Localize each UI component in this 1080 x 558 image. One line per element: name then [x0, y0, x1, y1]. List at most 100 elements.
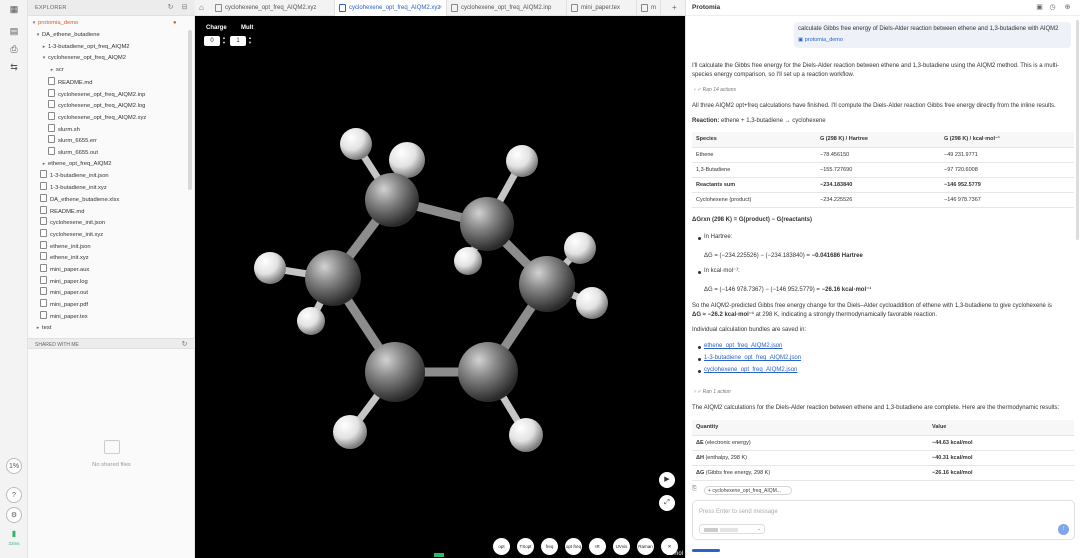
- tree-item-label: README.md: [58, 79, 93, 86]
- freq-button[interactable]: freq: [541, 538, 558, 555]
- tree-folder[interactable]: ▾ cyclohexene_opt_freq_AIQM2: [28, 53, 186, 64]
- tab-truncated[interactable]: m: [637, 0, 661, 16]
- send-button[interactable]: ↑: [1058, 524, 1069, 535]
- play-icon[interactable]: ▶: [659, 472, 675, 488]
- raman-button[interactable]: Raman: [637, 538, 654, 555]
- tree-file[interactable]: mini_paper.tex: [28, 310, 186, 322]
- tree-file[interactable]: ethene_init.xyz: [28, 252, 186, 263]
- mult-input[interactable]: 1: [230, 36, 246, 46]
- explorer-scrollbar[interactable]: [188, 30, 192, 190]
- tree-file[interactable]: cyclohexene_init.json: [28, 217, 186, 228]
- uvvis-button[interactable]: UVvis: [613, 538, 630, 555]
- document-icon[interactable]: ▤: [7, 25, 21, 37]
- tree-file[interactable]: slurm_6655.out: [28, 147, 186, 158]
- file-icon: [40, 299, 47, 308]
- charge-input[interactable]: 0: [204, 36, 220, 46]
- molecule-viewer[interactable]: Charge 0 ▲ ▼ Mult 1 ▲ ▼ ▶ ⤢ opt TSopt freq…: [195, 16, 685, 558]
- tree-file[interactable]: DA_ethene_butadiene.xlsx: [28, 193, 186, 205]
- molecule-3d-render[interactable]: [195, 16, 685, 558]
- model-selector[interactable]: ⌄: [699, 524, 765, 534]
- save-icon[interactable]: ▣: [1035, 3, 1044, 12]
- tree-file[interactable]: slurm_6655.err: [28, 135, 186, 146]
- tree-folder[interactable]: ▸ ethene_opt_freq_AIQM2: [28, 159, 186, 170]
- new-tab-plus-icon[interactable]: +: [672, 3, 677, 12]
- chat-input-box[interactable]: Press Enter to send message ⌄ ↑: [692, 500, 1075, 540]
- empty-inbox-icon: [104, 440, 120, 454]
- mult-stepper-icon[interactable]: ▲ ▼: [248, 35, 252, 45]
- tree-file[interactable]: README.md: [28, 76, 186, 88]
- printer-icon[interactable]: ⎙: [7, 43, 21, 55]
- shared-refresh-icon[interactable]: ↻: [180, 340, 189, 349]
- explorer-header: EXPLORER ↻ ⊟: [28, 0, 195, 16]
- tree-folder[interactable]: ▸ scr: [28, 65, 186, 76]
- file-icon: [48, 76, 55, 85]
- chat-scrollbar[interactable]: [1076, 20, 1079, 240]
- refresh-icon[interactable]: ↻: [166, 3, 175, 12]
- new-chat-plus-icon[interactable]: ⊕: [1063, 3, 1072, 12]
- link-cyclohexene-json[interactable]: cyclohexene_opt_freq_AIQM2.json: [704, 366, 797, 375]
- tree-item-label: DA_ethene_butadiene: [42, 32, 100, 38]
- hartree-result: −0.041686 Hartree: [811, 253, 863, 259]
- col-value: Value: [928, 420, 1074, 436]
- bullet-dot: [698, 271, 701, 274]
- tree-file[interactable]: mini_paper.out: [28, 287, 186, 298]
- tree-file[interactable]: mini_paper.pdf: [28, 299, 186, 310]
- tree-item-label: mini_paper.pdf: [50, 302, 89, 309]
- branch-icon[interactable]: ⇆: [7, 61, 21, 73]
- collapse-all-icon[interactable]: ⊟: [180, 3, 189, 12]
- in-kcal-label: In kcal·mol⁻¹:: [704, 268, 740, 274]
- tab-tex[interactable]: mini_paper.tex: [567, 0, 637, 16]
- ir-button[interactable]: IR: [589, 538, 606, 555]
- tree-folder[interactable]: ▾ DA_ethene_butadiene: [28, 30, 186, 41]
- tab-xyz-active[interactable]: cyclohexene_opt_freq_AIQM2.xyz ×: [335, 0, 447, 16]
- ran-actions-toggle-2[interactable]: › ✓ Ran 1 action: [694, 389, 731, 395]
- tsopt-button[interactable]: TSopt: [517, 538, 534, 555]
- tab-xyz-1[interactable]: cyclohexene_opt_freq_AIQM2.xyz: [211, 0, 335, 16]
- table-header-row: Quantity Value: [692, 420, 1074, 436]
- context-file-chip[interactable]: + cyclohexene_opt_freq_AIQM...: [704, 486, 792, 495]
- tree-file[interactable]: cyclohexene_opt_freq_AIQM2.xyz: [28, 111, 186, 123]
- tree-file[interactable]: README.md: [28, 205, 186, 217]
- fullscreen-icon[interactable]: ⤢: [659, 495, 675, 511]
- settings-gear-icon[interactable]: ⚙: [6, 507, 22, 523]
- tree-file[interactable]: 1-3-butadiene_init.xyz: [28, 182, 186, 193]
- tab-label: mini_paper.tex: [581, 5, 621, 11]
- ran-actions-toggle-1[interactable]: › ✓ Ran 14 actions: [694, 87, 736, 93]
- tree-file[interactable]: mini_paper.aux: [28, 264, 186, 275]
- tree-file[interactable]: 1-3-butadiene_init.json: [28, 170, 186, 181]
- assistant-complete-text: The AIQM2 calculations for the Diels-Ald…: [692, 405, 1060, 411]
- chat-input-placeholder[interactable]: Press Enter to send message: [699, 509, 778, 515]
- tree-file[interactable]: cyclohexene_init.xyz: [28, 228, 186, 240]
- tree-folder[interactable]: ▸ 1-3-butadiene_opt_freq_AIQM2: [28, 42, 186, 53]
- close-icon[interactable]: ×: [438, 0, 442, 16]
- apps-grid-icon[interactable]: ▦: [7, 3, 21, 15]
- tab-inp[interactable]: cyclohexene_opt_freq_AIQM2.inp: [447, 0, 567, 16]
- link-butadiene-json[interactable]: 1-3-butadiene_opt_freq_AIQM2.json: [704, 354, 801, 363]
- link-ethene-json[interactable]: ethene_opt_freq_AIQM2.json: [704, 342, 782, 351]
- tree-root-folder[interactable]: ▾ protomia_demo ●: [28, 18, 186, 29]
- tree-item-label: 1-3-butadiene_init.xyz: [50, 185, 107, 192]
- kcal-result: −26.16 kcal·mol⁻¹: [821, 287, 872, 293]
- chat-header: Protomia ▣ ◷ ⊕: [686, 0, 1080, 16]
- help-icon[interactable]: ?: [6, 487, 22, 503]
- attach-icon[interactable]: ⎘: [692, 486, 697, 493]
- jsmol-label[interactable]: JSmol: [666, 551, 683, 557]
- tree-file[interactable]: cyclohexene_opt_freq_AIQM2.log: [28, 100, 186, 111]
- tree-file[interactable]: cyclohexene_opt_freq_AIQM2.inp: [28, 88, 186, 100]
- opt-freq-button[interactable]: opt freq: [565, 538, 582, 555]
- opt-button[interactable]: opt: [493, 538, 510, 555]
- history-icon[interactable]: ◷: [1048, 3, 1057, 12]
- chat-title: Protomia: [692, 4, 721, 11]
- bullet-dot: [698, 346, 701, 349]
- tree-folder[interactable]: ▸ test: [28, 323, 186, 334]
- tree-file[interactable]: slurm.sh: [28, 123, 186, 135]
- charge-stepper-icon[interactable]: ▲ ▼: [222, 35, 226, 45]
- tree-file[interactable]: ethene_init.json: [28, 240, 186, 252]
- home-icon[interactable]: ⌂: [199, 3, 204, 12]
- tree-item-label: DA_ethene_butadiene.xlsx: [50, 196, 120, 203]
- tab-label: cyclohexene_opt_freq_AIQM2.inp: [461, 5, 552, 11]
- project-tag[interactable]: ▣ protomia_demo: [798, 37, 843, 43]
- tree-file[interactable]: mini_paper.log: [28, 275, 186, 287]
- file-icon: [40, 252, 47, 261]
- bottom-progress-bar: [692, 549, 720, 552]
